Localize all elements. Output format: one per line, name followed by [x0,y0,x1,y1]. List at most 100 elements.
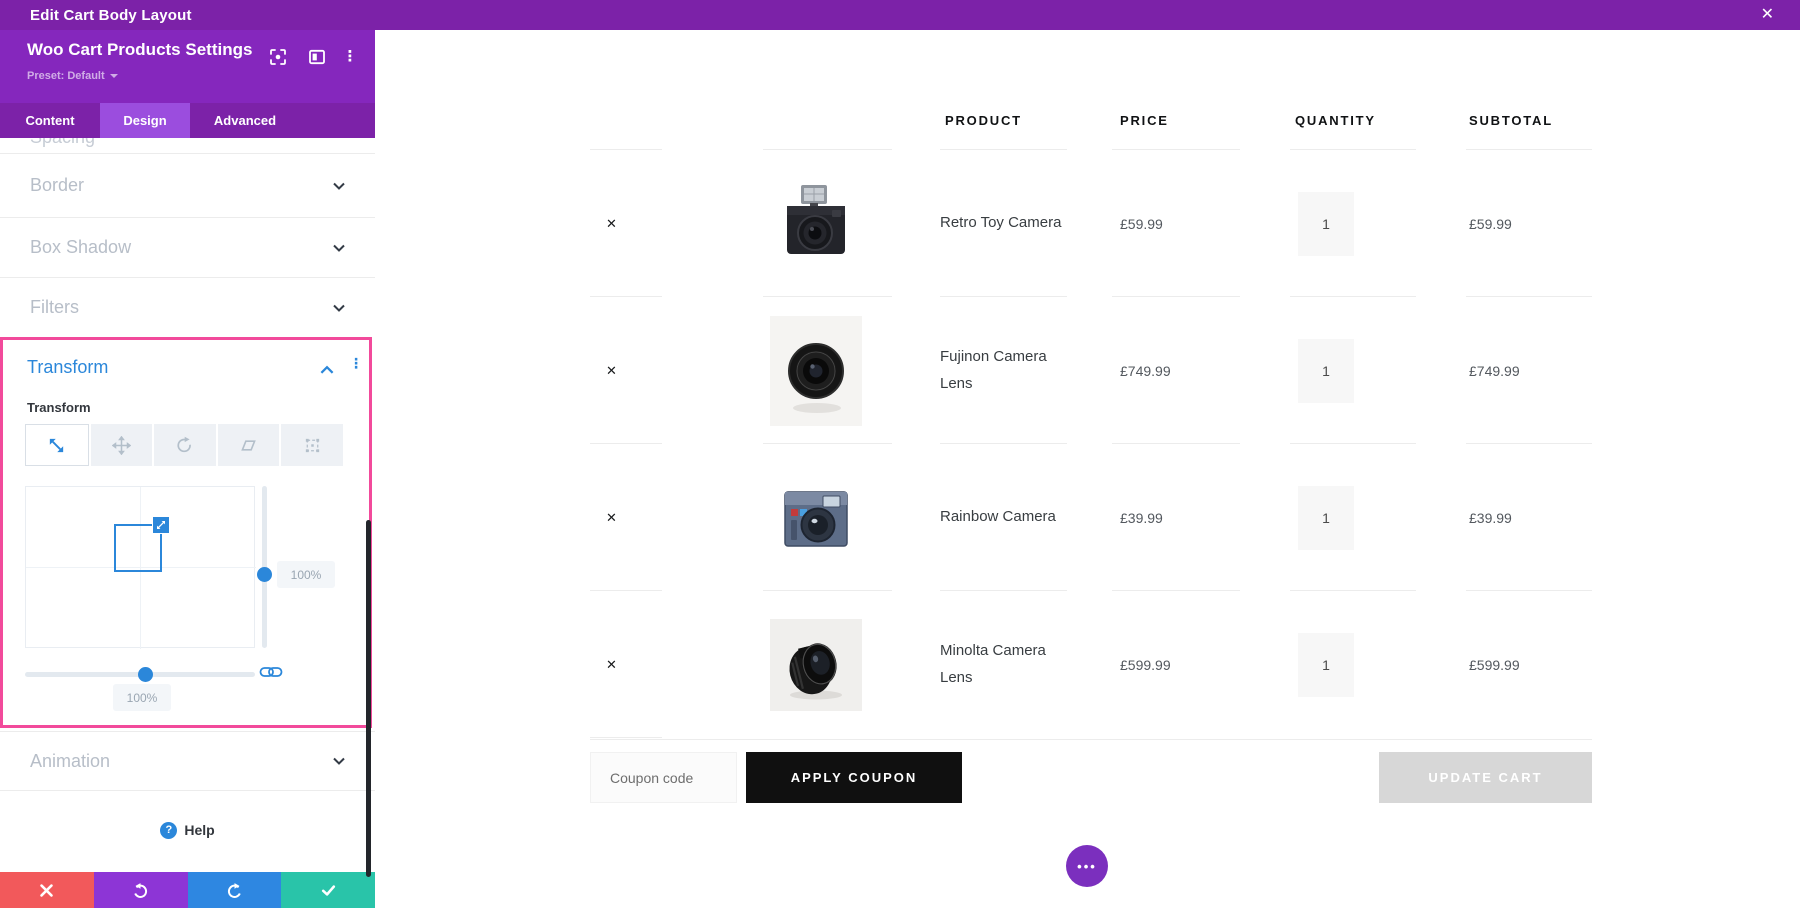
header-quantity: QUANTITY [1290,90,1466,150]
product-name-link[interactable]: Rainbow Camera [940,504,1056,530]
cart-header-row: PRODUCT PRICE QUANTITY SUBTOTAL [590,90,1592,150]
panel-header: Woo Cart Products Settings ⋮ Preset: Def… [0,30,375,103]
panel-menu-icon[interactable]: ⋮ [340,47,360,67]
apply-coupon-button[interactable]: APPLY COUPON [746,752,962,803]
accordion-filters-label: Filters [30,297,79,317]
panel-layout-icon[interactable] [307,47,327,67]
topbar: Edit Cart Body Layout ✕ [0,0,1800,30]
quantity-input[interactable]: 1 [1298,632,1354,697]
scale-y-value[interactable]: 100% [277,561,335,588]
focus-viewfinder-icon[interactable] [268,47,288,67]
product-image-rainbow-camera[interactable] [770,472,862,564]
chevron-down-icon [331,300,347,316]
cell-remove: ✕ [590,150,763,297]
product-name-link[interactable]: Retro Toy Camera [940,210,1061,236]
save-button[interactable] [281,872,375,908]
cell-price: £39.99 [1112,444,1290,591]
transform-menu-icon[interactable]: ⋮ [349,355,363,372]
subtotal-value: £59.99 [1469,215,1512,232]
chevron-up-icon[interactable] [318,361,336,379]
product-image-fujinon-lens[interactable] [770,315,862,426]
accordion-box-shadow[interactable]: Box Shadow [0,217,375,277]
preset-selector[interactable]: Preset: Default [27,70,118,82]
close-icon[interactable]: ✕ [1761,4,1774,26]
subtotal-value: £749.99 [1469,362,1520,379]
link-values-icon[interactable] [259,664,283,682]
cell-price: £749.99 [1112,297,1290,444]
preset-label: Preset: Default [27,70,105,82]
quantity-input[interactable]: 1 [1298,191,1354,256]
product-image-minolta-lens[interactable] [770,618,862,711]
undo-button[interactable] [93,872,188,908]
quantity-input[interactable]: 1 [1298,338,1354,403]
product-name-link[interactable]: Minolta Camera Lens [940,638,1068,691]
cart-table: PRODUCT PRICE QUANTITY SUBTOTAL ✕ Retro … [590,90,1592,738]
cart-row: ✕ Retro Toy Camera £59.99 1 £59.99 [590,150,1592,297]
product-image-retro-toy-camera[interactable] [770,178,862,270]
cell-remove: ✕ [590,297,763,444]
settings-tabbar: Content Design Advanced [0,103,375,138]
cell-quantity: 1 [1290,150,1466,297]
cell-subtotal: £59.99 [1466,150,1592,297]
remove-item-icon[interactable]: ✕ [606,363,617,379]
redo-button[interactable] [187,872,282,908]
transform-tool-tabs [25,424,343,466]
scale-drag-handle-icon[interactable] [152,516,170,534]
panel-scrollbar[interactable] [366,520,371,877]
help-icon: ? [160,821,178,839]
transform-section: Transform ⋮ Transform 100% 100% [0,337,372,728]
topbar-title: Edit Cart Body Layout [30,6,192,24]
accordion-filters[interactable]: Filters [0,277,375,337]
quantity-input[interactable]: 1 [1298,485,1354,550]
tab-advanced[interactable]: Advanced [190,103,300,138]
price-value: £59.99 [1120,215,1163,232]
remove-item-icon[interactable]: ✕ [606,657,617,673]
discard-button[interactable] [0,872,94,908]
chevron-down-icon [331,240,347,256]
scale-y-slider-handle[interactable] [257,567,272,582]
subtotal-value: £599.99 [1469,656,1520,673]
scale-x-value[interactable]: 100% [113,684,171,711]
cell-product-name: Retro Toy Camera [940,150,1112,297]
cart-row: ✕ Minolta Camera Lens £599.99 1 £599.99 [590,591,1592,738]
price-value: £749.99 [1120,362,1171,379]
preset-caret-icon [109,74,118,79]
divi-builder-app: Edit Cart Body Layout ✕ Woo Cart Product… [0,0,1800,908]
scale-tool-button[interactable] [25,424,89,466]
translate-tool-button[interactable] [90,424,153,466]
cell-remove: ✕ [590,591,763,738]
panel-title: Woo Cart Products Settings [27,40,253,59]
accordion-box-shadow-label: Box Shadow [30,237,132,257]
remove-item-icon[interactable]: ✕ [606,216,617,232]
cell-thumbnail [763,591,940,738]
cart-footer-divider [590,739,1592,740]
tab-design[interactable]: Design [100,103,190,138]
product-name-link[interactable]: Fujinon Camera Lens [940,344,1068,397]
update-cart-button[interactable]: UPDATE CART [1379,752,1592,803]
cell-subtotal: £39.99 [1466,444,1592,591]
cell-product-name: Rainbow Camera [940,444,1112,591]
cell-product-name: Minolta Camera Lens [940,591,1112,738]
skew-tool-button[interactable] [217,424,280,466]
more-options-button[interactable]: ••• [1066,845,1108,887]
coupon-code-input[interactable] [590,752,737,803]
cell-quantity: 1 [1290,444,1466,591]
rotate-tool-button[interactable] [154,424,216,466]
accordion-animation[interactable]: Animation [0,731,375,791]
spacing-label: Spacing [30,138,375,148]
cell-price: £59.99 [1112,150,1290,297]
cell-product-name: Fujinon Camera Lens [940,297,1112,444]
accordion-border-label: Border [30,175,85,195]
tab-content[interactable]: Content [0,103,100,138]
scale-x-slider-handle[interactable] [138,667,153,682]
origin-tool-button[interactable] [281,424,343,466]
help-button[interactable]: ? Help [0,810,375,850]
transform-preview-square[interactable] [114,516,170,572]
transform-preview-grid [25,486,256,649]
remove-item-icon[interactable]: ✕ [606,510,617,526]
cell-price: £599.99 [1112,591,1290,738]
cell-subtotal: £749.99 [1466,297,1592,444]
transform-field-label: Transform [27,400,91,415]
transform-section-title[interactable]: Transform [27,357,108,378]
accordion-border[interactable]: Border [0,153,375,217]
